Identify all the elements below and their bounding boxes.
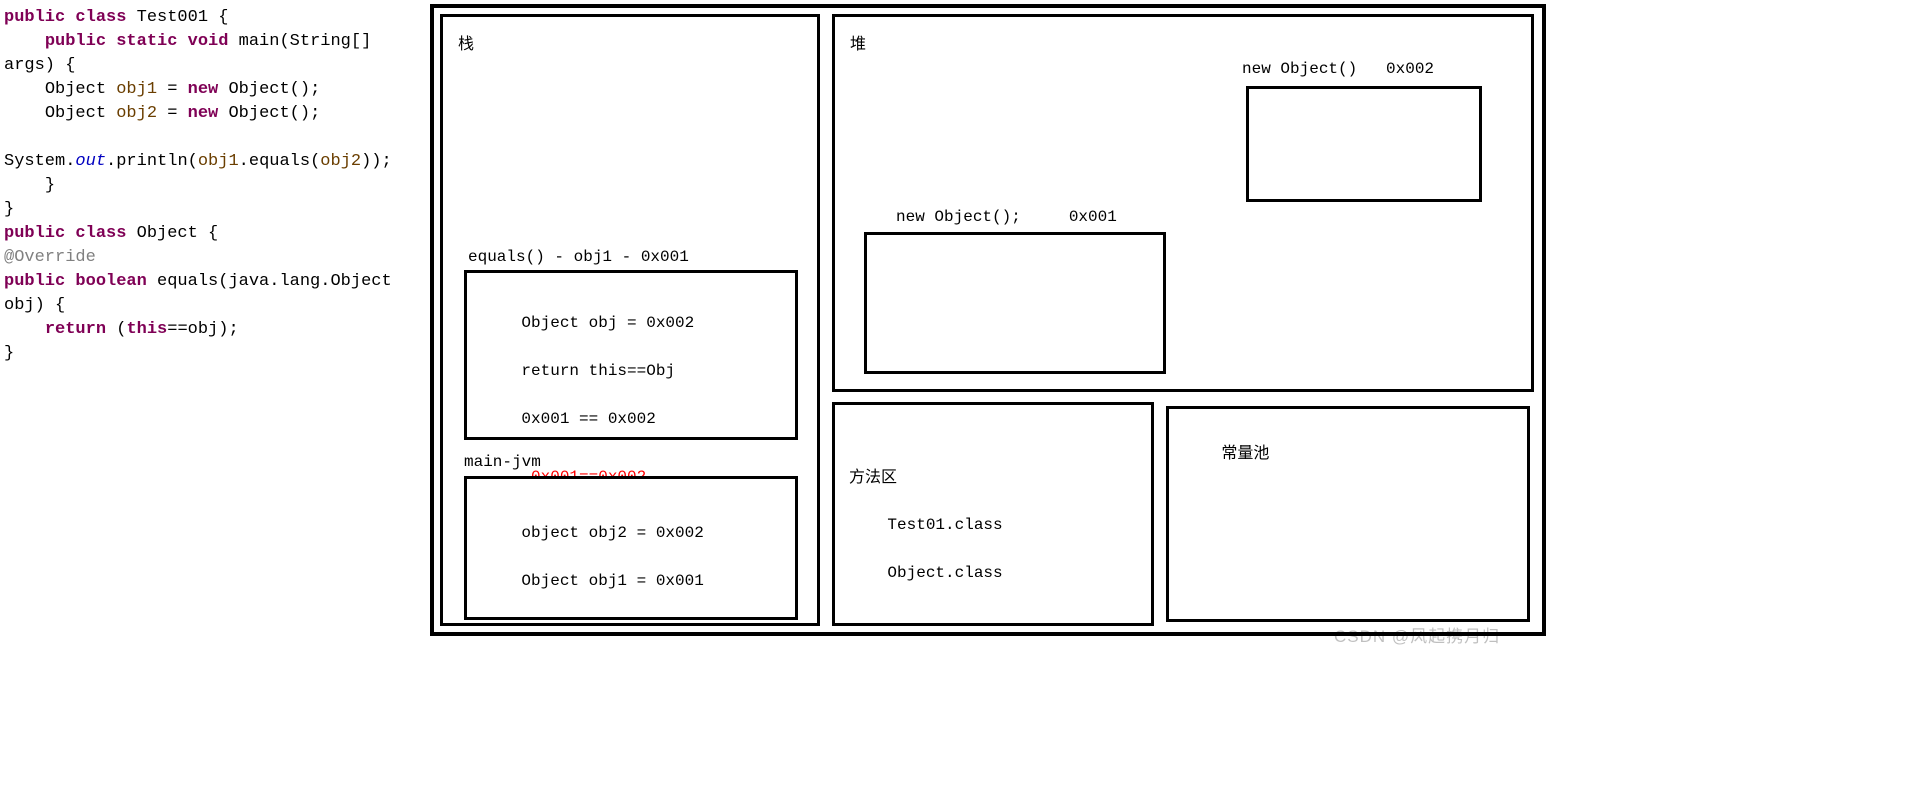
code-text: Object(); <box>218 80 320 99</box>
code-text: = <box>157 104 188 123</box>
watermark-text: CSDN @风起携月归 <box>1334 622 1500 647</box>
heap-obj1-box <box>864 232 1166 374</box>
code-text: } <box>4 200 14 219</box>
frame-line: 0x001 == 0x002 <box>521 410 655 428</box>
code-text: Test001 { <box>126 8 228 27</box>
code-text: .println( <box>106 152 198 171</box>
heap-obj2-box <box>1246 86 1482 202</box>
code-text: Object(); <box>218 104 320 123</box>
code-text: .equals( <box>239 152 321 171</box>
main-stack-frame: object obj2 = 0x002 Object obj1 = 0x001 <box>464 476 798 620</box>
equals-stack-frame: Object obj = 0x002 return this==Obj 0x00… <box>464 270 798 440</box>
frame-line: Object obj = 0x002 <box>521 314 694 332</box>
code-text: Object <box>4 104 116 123</box>
frame-line: return this==Obj <box>521 362 675 380</box>
method-area-region: 方法区 Test01.class Object.class <box>832 402 1154 626</box>
code-text: ==obj); <box>167 320 238 339</box>
code-text: } <box>4 176 55 195</box>
method-area-title: 方法区 <box>849 465 1137 489</box>
code-pane: public class Test001 { public static voi… <box>0 0 420 372</box>
heap-obj1-label: new Object(); 0x001 <box>896 208 1117 226</box>
field: obj1 <box>198 152 239 171</box>
kw: public class <box>4 224 126 243</box>
frame-line: object obj2 = 0x002 <box>521 524 703 542</box>
heap-obj2-label: new Object() 0x002 <box>1242 60 1434 78</box>
kw: public boolean <box>4 272 147 291</box>
field: obj2 <box>116 104 157 123</box>
kw: new <box>188 80 219 99</box>
code-text: ( <box>106 320 126 339</box>
main-frame-label: main-jvm <box>464 453 541 471</box>
constant-pool-region: 常量池 <box>1166 406 1530 622</box>
static-field: out <box>75 152 106 171</box>
code-text: = <box>157 80 188 99</box>
field: obj1 <box>116 80 157 99</box>
code-text: System. <box>4 128 75 171</box>
code-text: Object { <box>126 224 218 243</box>
method-area-line: Test01.class <box>887 516 1002 534</box>
kw: return <box>4 320 106 339</box>
code-text: Object <box>4 80 116 99</box>
kw: new <box>188 104 219 123</box>
field: obj2 <box>320 152 361 171</box>
kw: public static void <box>4 32 228 51</box>
kw: this <box>126 320 167 339</box>
constant-pool-title: 常量池 <box>1221 443 1269 462</box>
frame-line: Object obj1 = 0x001 <box>521 572 703 590</box>
jvm-diagram: 栈 equals() - obj1 - 0x001 Object obj = 0… <box>430 4 1546 636</box>
kw: public class <box>4 8 126 27</box>
heap-title: 堆 <box>850 30 866 54</box>
annotation: @Override <box>4 248 96 267</box>
code-text: )); <box>361 152 392 171</box>
stack-title: 栈 <box>458 30 474 54</box>
method-area-line: Object.class <box>887 564 1002 582</box>
code-text: } <box>4 344 14 363</box>
equals-frame-label: equals() - obj1 - 0x001 <box>468 248 689 266</box>
